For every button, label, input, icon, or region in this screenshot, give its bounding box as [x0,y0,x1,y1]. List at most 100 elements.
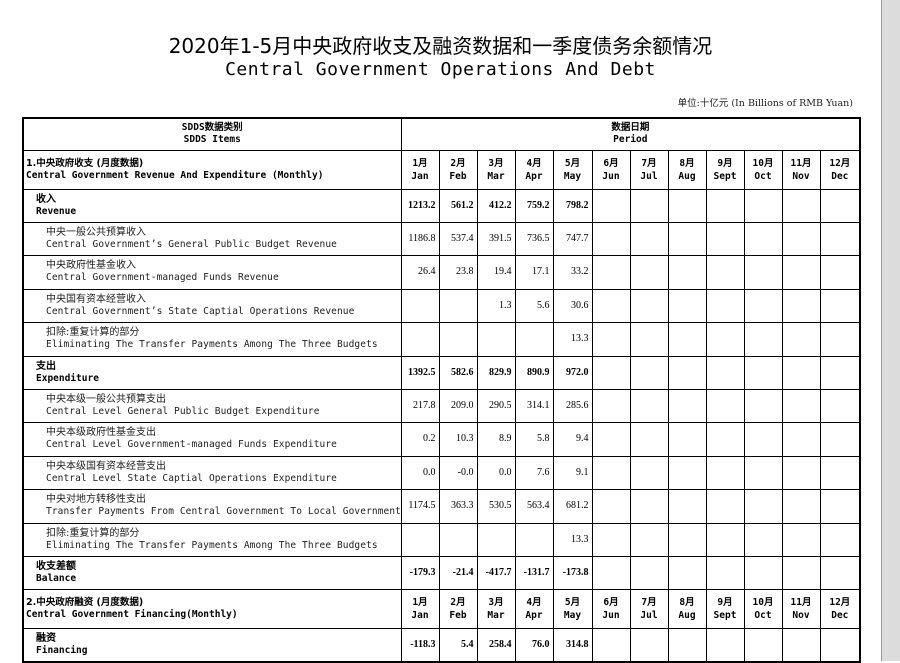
month-header-cell: 3月 Mar [476,589,516,629]
value-cell [819,188,861,223]
month-header-cell: 11月 Nov [781,589,821,629]
value-cell [781,322,821,357]
row-label-cn: 收支差额 [36,561,76,572]
value-cell: 30.6 [552,288,593,323]
month-header-cell: 12月 Dec [819,149,861,190]
month-header-cell: 8月 Aug [667,589,707,629]
value-cell [629,489,669,524]
month-label-en: May [563,610,582,621]
value-cell [629,255,669,290]
value-cell [591,388,631,423]
month-label-en: Jun [602,170,620,182]
value-cell [819,221,861,256]
row-label-cn: 收入 [36,193,56,205]
value-cell [514,522,554,557]
value-cell [591,489,631,524]
value-cell: 33.2 [552,255,593,290]
month-label-cn: 11月 [790,157,812,169]
month-label-cn: 9月 [717,157,733,169]
row-label-cell: 融资 Financing [22,628,402,662]
value-cell: 0.0 [400,455,440,490]
month-label-cn: 10月 [752,597,774,608]
month-label-en: Jan [411,610,429,621]
row-label-cell: 中央国有资本经营收入 Central Government’s State Cap… [22,288,402,323]
month-header-cell: 4月 Apr [514,589,554,629]
value-cell [629,556,669,590]
value-cell [819,455,861,490]
month-header-cell: 9月 Sept [705,589,745,629]
value-cell [629,388,669,423]
month-label-en: May [563,170,582,182]
value-cell [629,455,669,490]
month-header-cell: 6月 Jun [591,149,631,190]
value-cell [781,556,821,590]
row-label-en: Central Level Government-managed Funds E… [46,439,337,451]
value-cell: -0.0 [438,455,478,490]
row-label-cell: 扣除:重复计算的部分 Eliminating The Transfer Payme… [22,322,402,357]
value-cell [743,628,783,662]
row-label-cell: 收支差额 Balance [22,556,402,590]
value-cell [743,322,783,357]
row-label-cn: 中央国有资本经营收入 [46,293,146,305]
section-title-cn: 1.中央政府收支 (月度数据) [26,157,144,169]
month-label-en: Mar [487,170,505,182]
value-cell [667,522,707,557]
value-cell: 314.8 [552,628,593,662]
value-cell [743,355,783,390]
value-cell [705,221,745,256]
row-label-cell: 中央本级国有资本经营支出 Central Level State Captial … [22,455,402,490]
month-header-cell: 7月 Jul [629,149,669,190]
value-cell [781,522,821,557]
value-cell: 217.8 [400,388,440,423]
value-cell [705,255,745,290]
value-cell [743,455,783,490]
month-label-cn: 2月 [450,597,466,608]
value-cell: 582.6 [438,355,478,390]
month-label-cn: 2月 [450,157,466,169]
row-label-cn: 中央本级政府性基金支出 [46,427,156,439]
month-label-cn: 5月 [564,597,581,608]
value-cell: 681.2 [552,489,593,524]
viewer-scroll-edge [881,0,900,661]
header-period-cn: 数据日期 [611,122,650,134]
value-cell: 209.0 [438,388,478,423]
section-title-cell: 1.中央政府收支 (月度数据) Central Government Revenu… [22,149,402,190]
value-cell [705,355,745,390]
row-label-en: Central Government’s General Public Budg… [46,238,337,250]
month-label-en: Apr [525,170,543,182]
value-cell [629,355,669,390]
value-cell [667,288,707,323]
month-header-cell: 5月 May [552,589,593,629]
value-cell: 23.8 [438,255,478,290]
value-cell [819,556,861,590]
value-cell [667,255,707,290]
row-label-cell: 中央政府性基金收入 Central Government-managed Fund… [22,255,402,290]
value-cell: 412.2 [476,188,516,223]
value-cell: 5.4 [438,628,478,662]
month-label-en: Jul [640,170,658,182]
unit-note: 单位:十亿元 (In Billions of RMB Yuan) [677,98,853,109]
month-label-cn: 12月 [829,157,851,169]
month-label-en: Sept [713,170,737,182]
section-title-cn: 2.中央政府融资 (月度数据) [26,597,144,608]
value-cell: 285.6 [552,388,593,423]
section-header-row: 1.中央政府收支 (月度数据) Central Government Revenu… [22,149,861,190]
value-cell [743,422,783,457]
month-label-en: Nov [792,170,810,182]
value-cell: 8.9 [476,422,516,457]
value-cell [591,221,631,256]
row-label-en: Eliminating The Transfer Payments Among … [46,339,378,351]
month-label-cn: 10月 [752,157,774,169]
value-cell: 747.7 [552,221,593,256]
row-label-en: Transfer Payments From Central Governmen… [46,506,401,518]
value-cell [743,221,783,256]
table-row: 扣除:重复计算的部分 Eliminating The Transfer Payme… [22,322,861,357]
value-cell: 798.2 [552,188,593,223]
value-cell: -118.3 [400,628,440,662]
month-label-cn: 11月 [790,597,812,608]
month-label-cn: 6月 [603,157,619,169]
value-cell [705,489,745,524]
value-cell: 5.6 [514,288,554,323]
value-cell: 7.6 [514,455,554,490]
row-label-cell: 中央本级政府性基金支出 Central Level Government-mana… [22,422,402,457]
